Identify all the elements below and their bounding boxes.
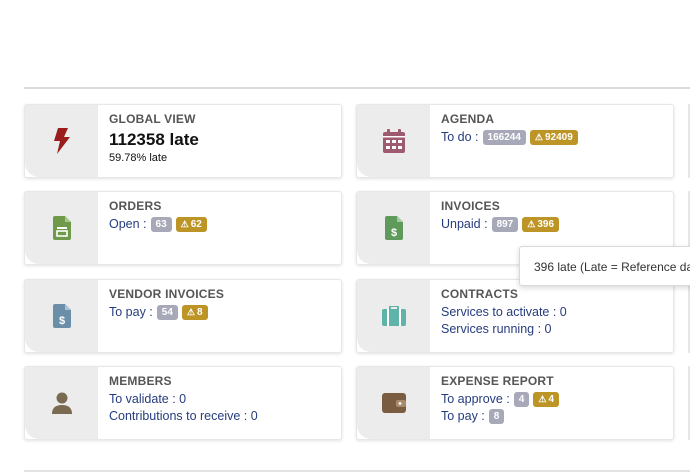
icon-box (357, 105, 430, 177)
late-count: 8 (196, 307, 203, 318)
footer-divider (24, 470, 690, 472)
late-badge[interactable]: ⚠ 92409 (529, 130, 578, 145)
invoice-dollar-icon: $ (52, 304, 71, 328)
late-count: 4 (548, 394, 554, 405)
to-approve-label: To approve : (441, 392, 510, 406)
icon-box (357, 367, 430, 439)
services-to-activate[interactable]: Services to activate : 0 (441, 305, 667, 320)
icon-box (25, 105, 98, 177)
late-badge[interactable]: ⚠ 62 (175, 217, 207, 232)
late-badge[interactable]: ⚠ 4 (533, 392, 559, 407)
late-count: 396 (537, 219, 555, 230)
to-pay-line[interactable]: To pay : 54 ⚠ 8 (109, 305, 335, 320)
card-expense-report[interactable]: EXPENSE REPORT To approve : 4 ⚠ 4 To pay … (356, 366, 674, 440)
icon-box (25, 192, 98, 264)
late-count: 62 (190, 219, 202, 230)
to-pay-line[interactable]: To pay : 8 (441, 409, 667, 424)
warning-icon: ⚠ (180, 219, 189, 229)
to-approve-count-badge[interactable]: 4 (513, 392, 530, 407)
to-pay-label: To pay : (109, 305, 153, 319)
suitcase-icon (381, 306, 406, 326)
late-percentage: 59.78% late (109, 152, 168, 164)
late-badge[interactable]: ⚠ 396 (522, 217, 560, 232)
icon-box (25, 367, 98, 439)
calendar-icon (382, 129, 405, 153)
card-title: CONTRACTS (441, 287, 519, 301)
unpaid-count-badge[interactable]: 897 (491, 217, 519, 232)
card-title: EXPENSE REPORT (441, 374, 554, 388)
card-members[interactable]: MEMBERS To validate : 0 Contributions to… (24, 366, 342, 440)
icon-box: $ (25, 280, 98, 352)
late-tooltip: 396 late (Late = Reference date (519, 246, 690, 286)
card-orders[interactable]: ORDERS Open : 63 ⚠ 62 (24, 191, 342, 265)
open-count-badge[interactable]: 63 (150, 217, 172, 232)
services-running[interactable]: Services running : 0 (441, 322, 667, 337)
to-approve-line[interactable]: To approve : 4 ⚠ 4 (441, 392, 667, 407)
card-title: VENDOR INVOICES (109, 287, 225, 301)
warning-icon: ⚠ (538, 394, 547, 404)
card-global-view[interactable]: GLOBAL VIEW 112358 late 59.78% late (24, 104, 342, 178)
card-title: MEMBERS (109, 374, 172, 388)
todo-label: To do : (441, 130, 479, 144)
open-label: Open : (109, 217, 147, 231)
invoice-dollar-icon: $ (384, 216, 403, 240)
card-title: ORDERS (109, 199, 162, 213)
wallet-icon (381, 393, 406, 413)
bolt-icon (53, 128, 70, 154)
late-badge[interactable]: ⚠ 8 (181, 305, 208, 320)
svg-text:$: $ (390, 227, 396, 239)
warning-icon: ⚠ (534, 132, 543, 142)
document-icon (52, 216, 71, 240)
user-icon (51, 392, 72, 414)
card-vendor-invoices[interactable]: $ VENDOR INVOICES To pay : 54 ⚠ 8 (24, 279, 342, 353)
contributions-to-receive[interactable]: Contributions to receive : 0 (109, 409, 335, 424)
svg-text:$: $ (58, 315, 64, 327)
card-title: AGENDA (441, 112, 495, 126)
to-pay-count-badge[interactable]: 8 (488, 409, 505, 424)
header-divider (24, 87, 690, 89)
card-title: GLOBAL VIEW (109, 112, 196, 126)
late-count: 92409 (544, 132, 573, 143)
card-agenda[interactable]: AGENDA To do : 166244 ⚠ 92409 (356, 104, 674, 178)
todo-line[interactable]: To do : 166244 ⚠ 92409 (441, 130, 667, 145)
card-title: INVOICES (441, 199, 500, 213)
todo-count-badge[interactable]: 166244 (482, 130, 526, 145)
to-validate[interactable]: To validate : 0 (109, 392, 335, 407)
icon-box (357, 280, 430, 352)
unpaid-label: Unpaid : (441, 217, 488, 231)
card-contracts[interactable]: CONTRACTS Services to activate : 0 Servi… (356, 279, 674, 353)
warning-icon: ⚠ (527, 219, 536, 229)
warning-icon: ⚠ (186, 307, 195, 317)
to-pay-label: To pay : (441, 409, 485, 423)
icon-box: $ (357, 192, 430, 264)
to-pay-count-badge[interactable]: 54 (156, 305, 178, 320)
open-line[interactable]: Open : 63 ⚠ 62 (109, 217, 335, 232)
late-total[interactable]: 112358 late (109, 130, 335, 150)
unpaid-line[interactable]: Unpaid : 897 ⚠ 396 (441, 217, 667, 232)
